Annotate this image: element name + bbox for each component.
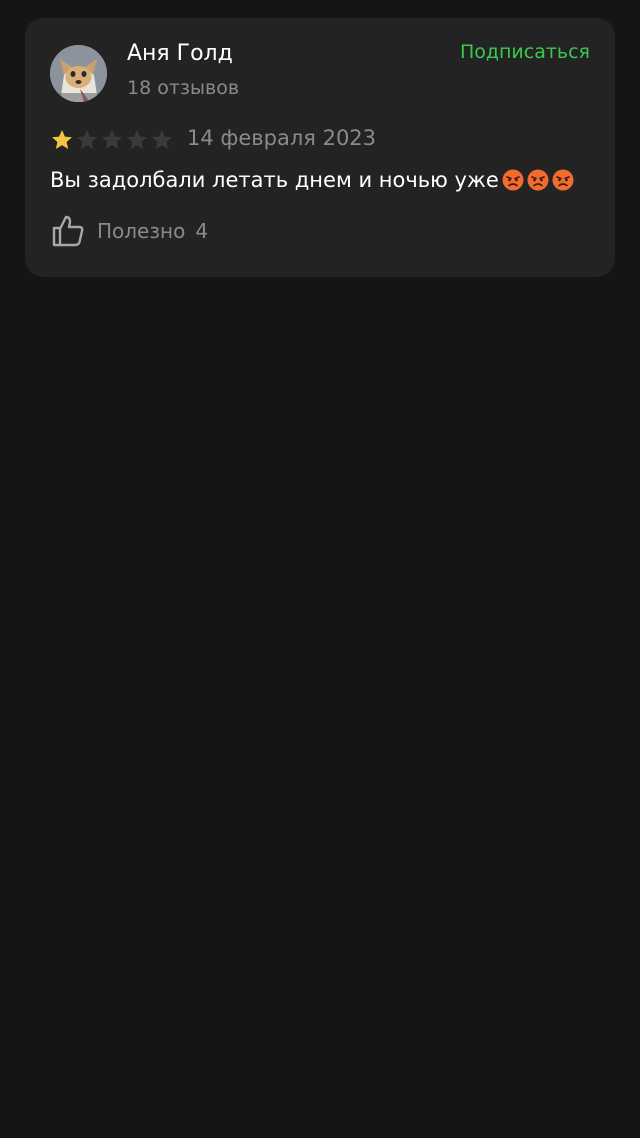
review-text-body: Вы задолбали летать днем и ночью уже: [50, 168, 499, 192]
review-date: 14 февраля 2023: [187, 126, 377, 150]
star-rating: [50, 128, 174, 152]
review-card: Аня Голд 18 отзывов Подписаться 14 февра…: [25, 18, 615, 277]
star-empty-icon: [127, 130, 147, 149]
star-filled-icon: [52, 130, 72, 149]
helpful-count: 4: [195, 219, 209, 243]
helpful-button[interactable]: Полезно 4: [50, 213, 208, 249]
star-empty-icon: [102, 130, 122, 149]
thumbs-up-icon: [52, 215, 84, 247]
author-name[interactable]: Аня Голд: [127, 41, 233, 66]
angry-face-emoji-icon: [502, 169, 524, 191]
subscribe-button[interactable]: Подписаться: [460, 41, 590, 63]
angry-face-emoji-icon: [552, 169, 574, 191]
angry-face-emoji-icon: [527, 169, 549, 191]
review-text: Вы задолбали летать днем и ночью уже: [50, 168, 574, 192]
avatar[interactable]: [50, 45, 107, 102]
star-empty-icon: [77, 130, 97, 149]
helpful-label: Полезно: [97, 219, 186, 243]
user-avatar-icon: [50, 45, 107, 102]
star-empty-icon: [152, 130, 172, 149]
author-review-count: 18 отзывов: [127, 77, 240, 99]
